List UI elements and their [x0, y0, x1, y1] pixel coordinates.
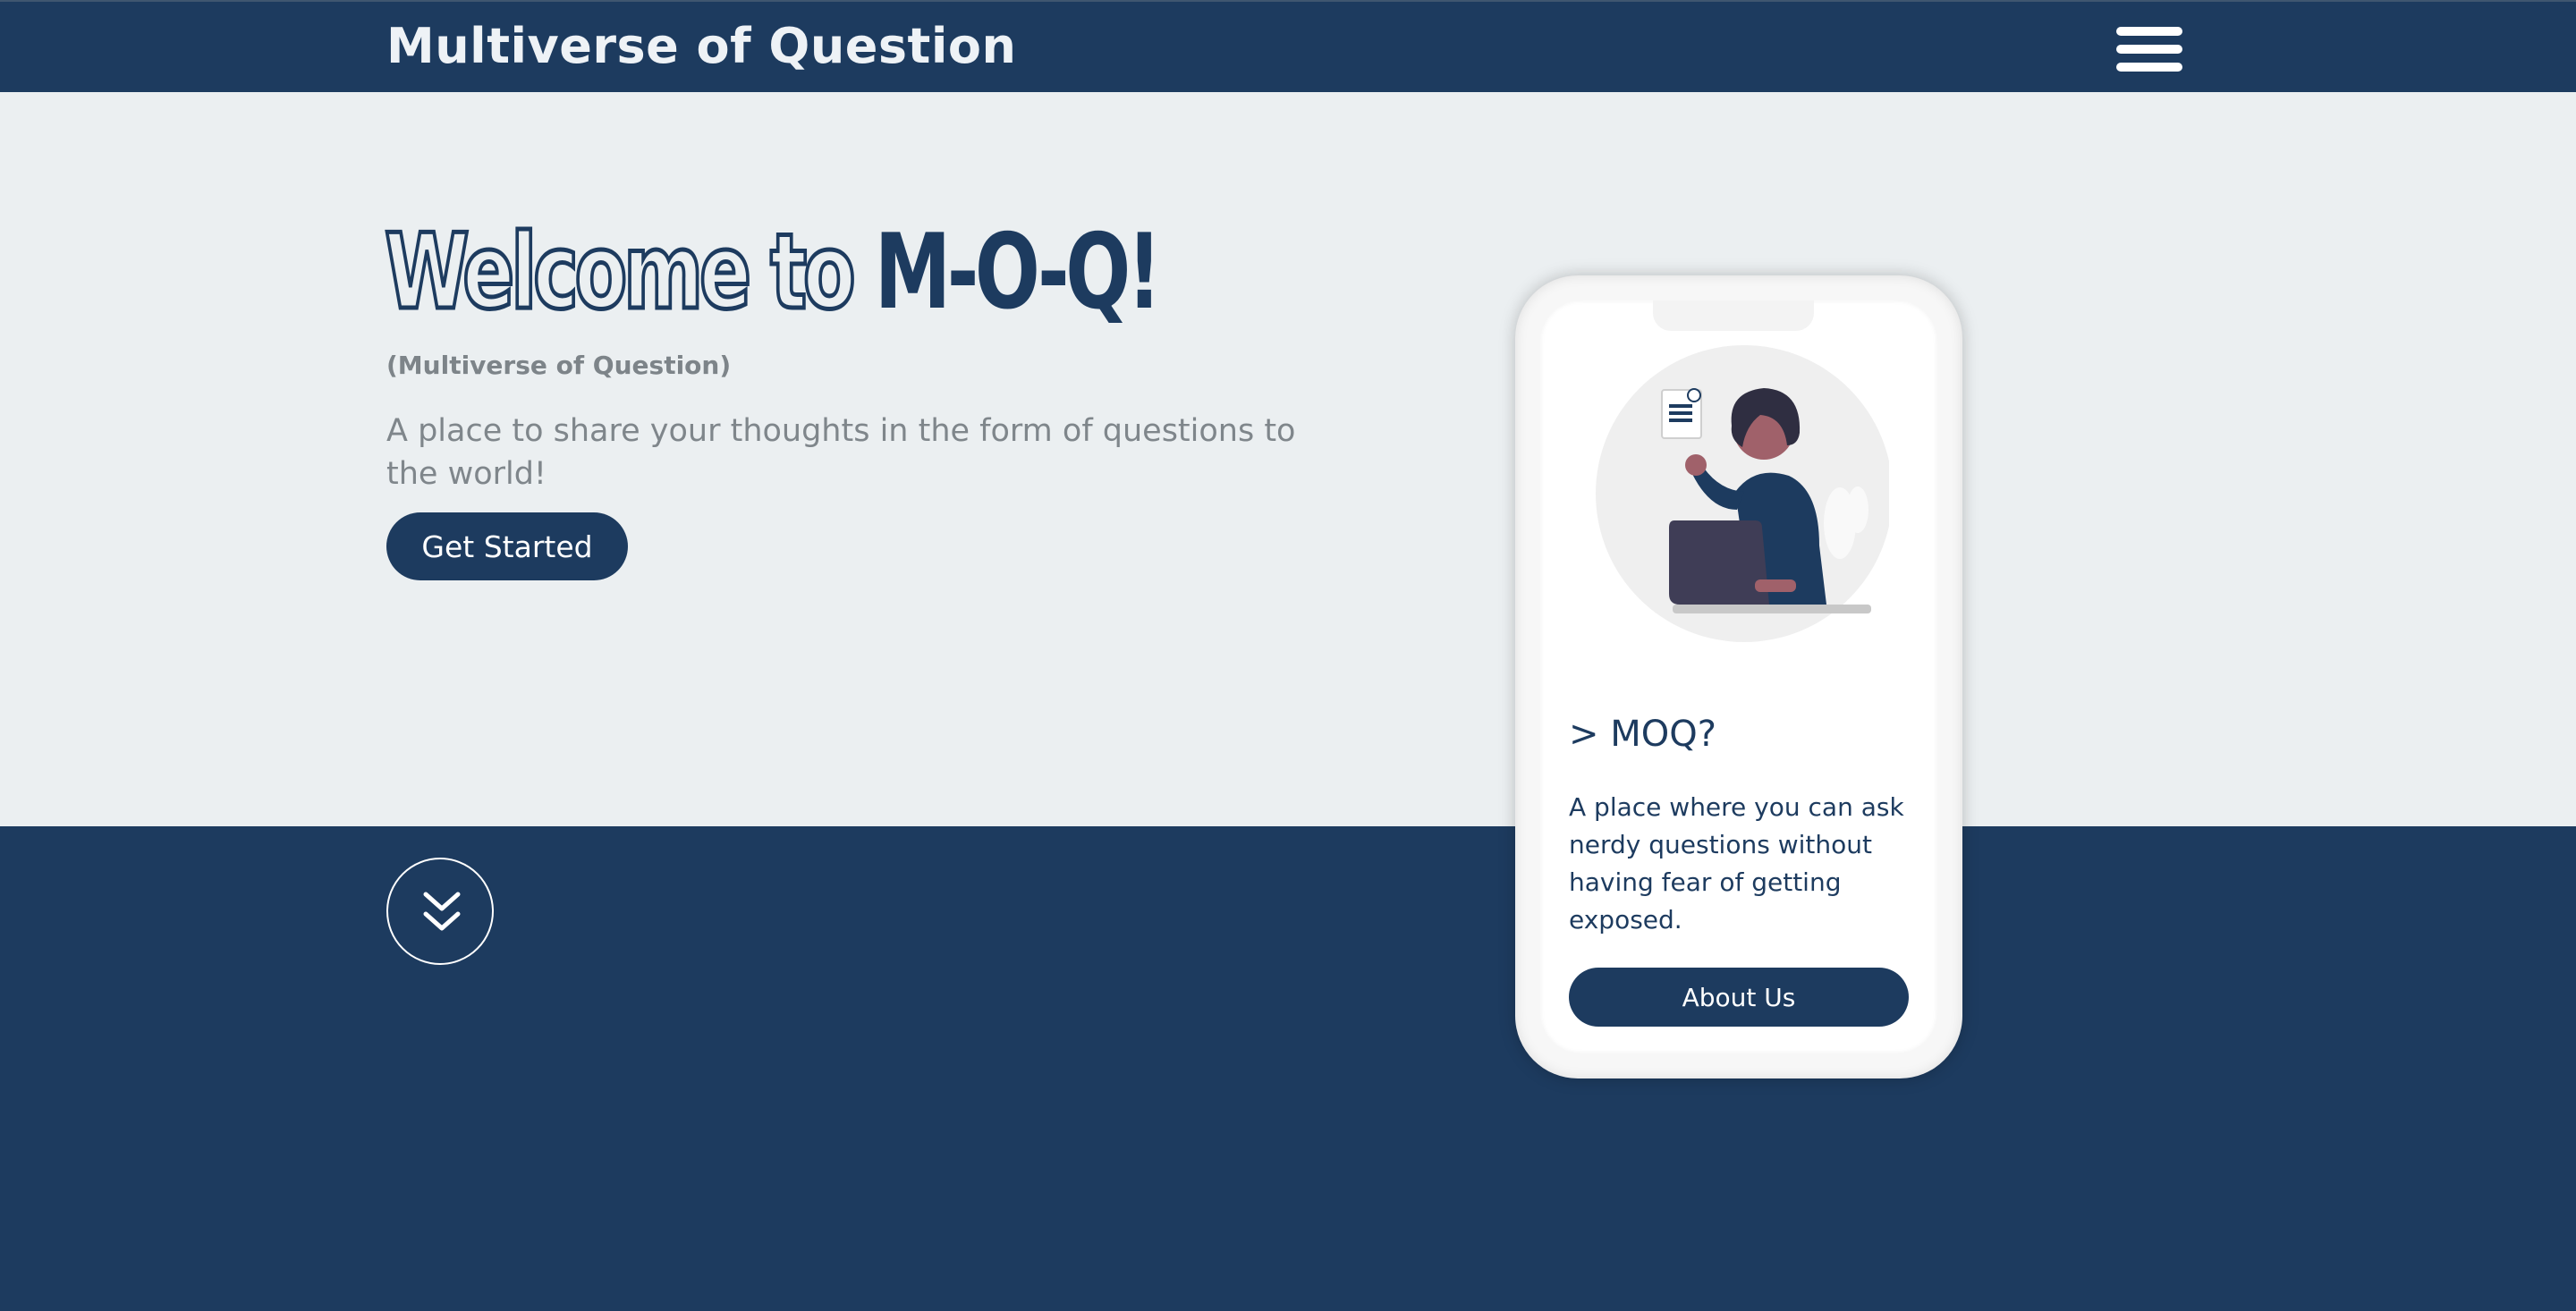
hero-subtitle: (Multiverse of Question) — [386, 351, 732, 380]
brand-title[interactable]: Multiverse of Question — [386, 18, 1016, 74]
hamburger-menu-icon[interactable] — [2116, 27, 2182, 72]
about-us-button[interactable]: About Us — [1569, 968, 1909, 1027]
phone-notch — [1653, 300, 1814, 331]
woman-with-laptop-illustration — [1596, 345, 1889, 642]
scroll-down-button[interactable] — [386, 858, 494, 965]
phone-screen: > MOQ? A place where you can ask nerdy q… — [1540, 300, 1937, 1053]
welcome-heading-brand-text: M-O-Q! — [874, 212, 1162, 333]
moq-card-description: A place where you can ask nerdy question… — [1569, 792, 1904, 935]
lower-section — [0, 826, 2576, 1311]
welcome-heading: Welcome to M-O-Q! — [383, 212, 1162, 333]
top-navbar: Multiverse of Question — [0, 0, 2576, 92]
hero-tagline: A place to share your thoughts in the fo… — [386, 413, 1296, 492]
moq-card-title: > MOQ? — [1569, 714, 1716, 755]
get-started-button[interactable]: Get Started — [386, 512, 628, 580]
welcome-heading-outline-text: Welcome to — [383, 212, 857, 333]
phone-mockup-card: > MOQ? A place where you can ask nerdy q… — [1515, 275, 1962, 1078]
double-chevron-down-icon — [423, 892, 461, 931]
